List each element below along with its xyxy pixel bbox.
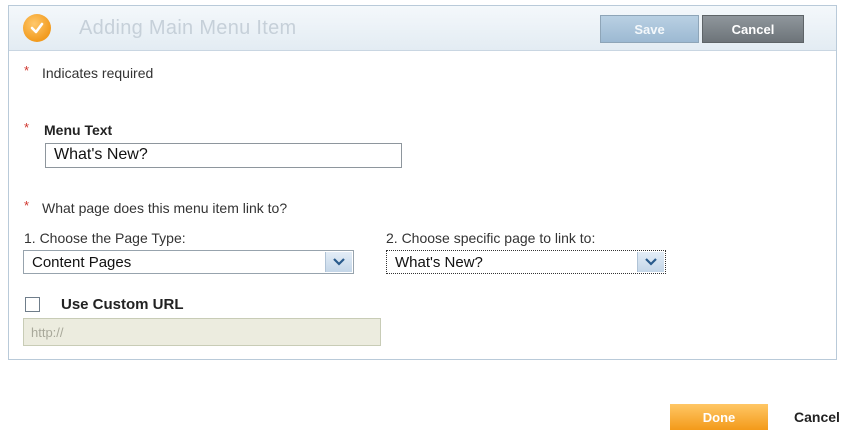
menu-text-label: Menu Text <box>44 122 113 138</box>
dialog-header: Adding Main Menu Item Save Cancel <box>9 6 836 51</box>
menu-text-input[interactable]: What's New? <box>45 143 402 168</box>
link-question-label: What page does this menu item link to? <box>42 200 288 216</box>
dialog-title: Adding Main Menu Item <box>79 17 297 39</box>
custom-url-label: Use Custom URL <box>61 296 184 313</box>
page-type-select[interactable]: Content Pages <box>23 250 354 274</box>
done-button[interactable]: Done <box>670 404 768 430</box>
chevron-down-icon[interactable] <box>637 252 664 272</box>
save-button[interactable]: Save <box>600 15 699 43</box>
required-asterisk: * <box>24 198 30 213</box>
check-circle-icon <box>23 14 51 42</box>
specific-page-label: 2. Choose specific page to link to: <box>386 230 596 246</box>
cancel-button[interactable]: Cancel <box>702 15 804 43</box>
footer-cancel-button[interactable]: Cancel <box>794 409 840 425</box>
custom-url-checkbox[interactable] <box>25 297 40 312</box>
specific-page-value: What's New? <box>395 254 483 271</box>
specific-page-select[interactable]: What's New? <box>386 250 666 274</box>
custom-url-input[interactable]: http:// <box>23 318 381 346</box>
required-note: Indicates required <box>42 65 154 81</box>
page-type-value: Content Pages <box>32 254 132 271</box>
page-type-label: 1. Choose the Page Type: <box>24 230 186 246</box>
required-asterisk: * <box>24 63 30 78</box>
chevron-down-icon[interactable] <box>325 252 352 272</box>
required-asterisk: * <box>24 120 30 135</box>
